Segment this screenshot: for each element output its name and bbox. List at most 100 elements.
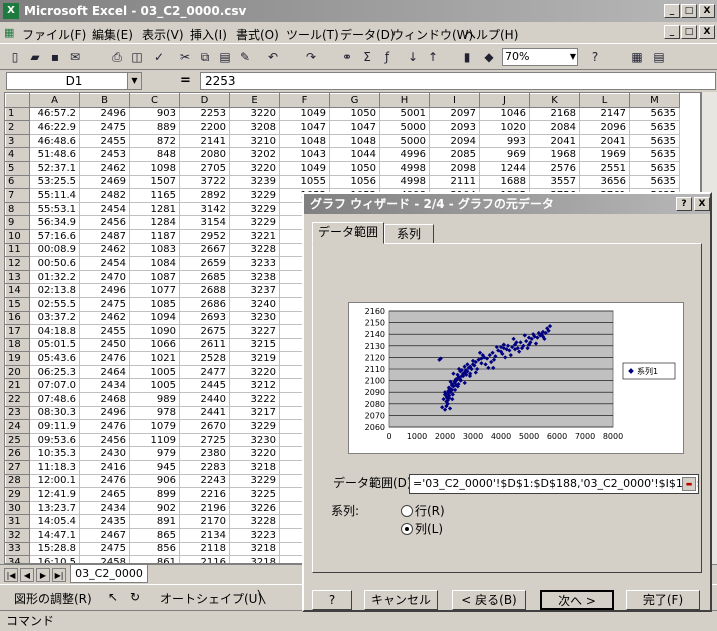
cell[interactable]: 2576 xyxy=(529,160,580,176)
cell[interactable]: 979 xyxy=(129,446,180,462)
cell[interactable]: 2468 xyxy=(79,392,130,407)
cell[interactable]: 2670 xyxy=(179,419,230,434)
cell[interactable]: 1005 xyxy=(129,364,180,380)
cell[interactable]: 1047 xyxy=(329,120,380,135)
cell[interactable]: 856 xyxy=(129,541,180,557)
column-header[interactable]: B xyxy=(79,93,130,108)
cell[interactable]: 3227 xyxy=(229,324,280,339)
dialog-help-button[interactable]: ? xyxy=(676,197,692,211)
cell[interactable]: 3218 xyxy=(229,541,280,557)
menu-tools[interactable]: ツール(T) xyxy=(286,26,339,43)
cell[interactable]: 5001 xyxy=(379,106,430,122)
cell[interactable]: 2470 xyxy=(79,269,130,285)
row-header[interactable]: 26 xyxy=(5,446,30,462)
redo-icon[interactable]: ↷ xyxy=(302,48,320,66)
cell[interactable]: 1047 xyxy=(279,120,330,135)
cell[interactable]: 2434 xyxy=(79,500,130,516)
cell[interactable]: 1094 xyxy=(129,310,180,326)
cell[interactable]: 55:11.4 xyxy=(29,188,80,203)
cell[interactable]: 08:30.3 xyxy=(29,405,80,421)
cell[interactable]: 1050 xyxy=(329,106,380,122)
cell[interactable]: 1056 xyxy=(329,174,380,190)
cell[interactable]: 2688 xyxy=(179,283,230,298)
cell[interactable]: 2455 xyxy=(79,324,130,339)
cell[interactable]: 3217 xyxy=(229,405,280,421)
cell[interactable]: 2456 xyxy=(79,432,130,448)
cell[interactable]: 1079 xyxy=(129,419,180,434)
cell[interactable]: 15:28.8 xyxy=(29,541,80,557)
email-icon[interactable]: ✉ xyxy=(66,48,84,66)
cell[interactable]: 4998 xyxy=(379,174,430,190)
cell[interactable]: 2080 xyxy=(179,147,230,162)
cell[interactable]: 2200 xyxy=(179,120,230,135)
cell[interactable]: 2476 xyxy=(79,351,130,366)
cell[interactable]: 3220 xyxy=(229,160,280,176)
cell[interactable]: 2475 xyxy=(79,296,130,312)
select-all-corner[interactable] xyxy=(5,93,30,108)
doc-restore-button[interactable]: □ xyxy=(681,25,697,39)
cell[interactable]: 1048 xyxy=(329,133,380,149)
cell[interactable]: 2416 xyxy=(79,460,130,475)
name-box[interactable]: D1 ▼ xyxy=(6,72,142,90)
cell[interactable]: 2725 xyxy=(179,432,230,448)
cell[interactable]: 3233 xyxy=(229,256,280,271)
chevron-down-icon[interactable]: ▼ xyxy=(127,73,141,89)
row-header[interactable]: 16 xyxy=(5,310,30,326)
cell[interactable]: 46:57.2 xyxy=(29,106,80,122)
cell[interactable]: 05:43.6 xyxy=(29,351,80,366)
cell[interactable]: 2096 xyxy=(579,120,630,135)
cell[interactable]: 2168 xyxy=(529,106,580,122)
cell[interactable]: 2435 xyxy=(79,514,130,529)
cell[interactable]: 3142 xyxy=(179,201,230,217)
cell[interactable]: 3210 xyxy=(229,133,280,149)
cell[interactable]: 848 xyxy=(129,147,180,162)
cell[interactable]: 2216 xyxy=(179,487,230,502)
cell[interactable]: 2462 xyxy=(79,242,130,258)
menu-help[interactable]: ヘルプ(H) xyxy=(464,26,518,43)
cell[interactable]: 3218 xyxy=(229,460,280,475)
cell[interactable]: 5635 xyxy=(629,160,680,176)
row-header[interactable]: 30 xyxy=(5,500,30,516)
rotate-icon[interactable]: ↻ xyxy=(130,590,140,604)
cell[interactable]: 3230 xyxy=(229,432,280,448)
cancel-button[interactable]: キャンセル xyxy=(364,590,438,610)
cell[interactable]: 2467 xyxy=(79,528,130,543)
menu-data[interactable]: データ(D) xyxy=(340,26,395,43)
cell[interactable]: 04:18.8 xyxy=(29,324,80,339)
cell[interactable]: 2093 xyxy=(429,120,480,135)
cell[interactable]: 2462 xyxy=(79,310,130,326)
undo-icon[interactable]: ↶ xyxy=(264,48,282,66)
cell[interactable]: 865 xyxy=(129,528,180,543)
cell[interactable]: 3223 xyxy=(229,528,280,543)
cell[interactable]: 3230 xyxy=(229,310,280,326)
row-header[interactable]: 20 xyxy=(5,364,30,380)
zoom-select[interactable]: 70% ▼ xyxy=(502,48,578,66)
cell[interactable]: 2693 xyxy=(179,310,230,326)
row-header[interactable]: 3 xyxy=(5,133,30,149)
cell[interactable]: 2667 xyxy=(179,242,230,258)
cell[interactable]: 5635 xyxy=(629,120,680,135)
cell[interactable]: 2170 xyxy=(179,514,230,529)
cell[interactable]: 16:10.5 xyxy=(29,555,80,563)
menu-insert[interactable]: 挿入(I) xyxy=(190,26,227,43)
row-header[interactable]: 4 xyxy=(5,147,30,162)
cell[interactable]: 00:50.6 xyxy=(29,256,80,271)
cell[interactable]: 2454 xyxy=(79,256,130,271)
cell[interactable]: 01:32.2 xyxy=(29,269,80,285)
cell[interactable]: 3220 xyxy=(229,106,280,122)
cell[interactable]: 993 xyxy=(479,133,530,149)
cell[interactable]: 2482 xyxy=(79,188,130,203)
row-header[interactable]: 23 xyxy=(5,405,30,421)
cell[interactable]: 1165 xyxy=(129,188,180,203)
column-header[interactable]: G xyxy=(329,93,380,108)
cell[interactable]: 1087 xyxy=(129,269,180,285)
cell[interactable]: 06:25.3 xyxy=(29,364,80,380)
row-header[interactable]: 25 xyxy=(5,432,30,448)
cell[interactable]: 2041 xyxy=(529,133,580,149)
formula-input[interactable]: 2253 xyxy=(200,72,716,90)
hyperlink-icon[interactable]: ⚭ xyxy=(338,48,356,66)
cell[interactable]: 2462 xyxy=(79,160,130,176)
sort-desc-icon[interactable]: ↑ xyxy=(424,48,442,66)
cell[interactable]: 2440 xyxy=(179,392,230,407)
cell[interactable]: 3220 xyxy=(229,446,280,462)
